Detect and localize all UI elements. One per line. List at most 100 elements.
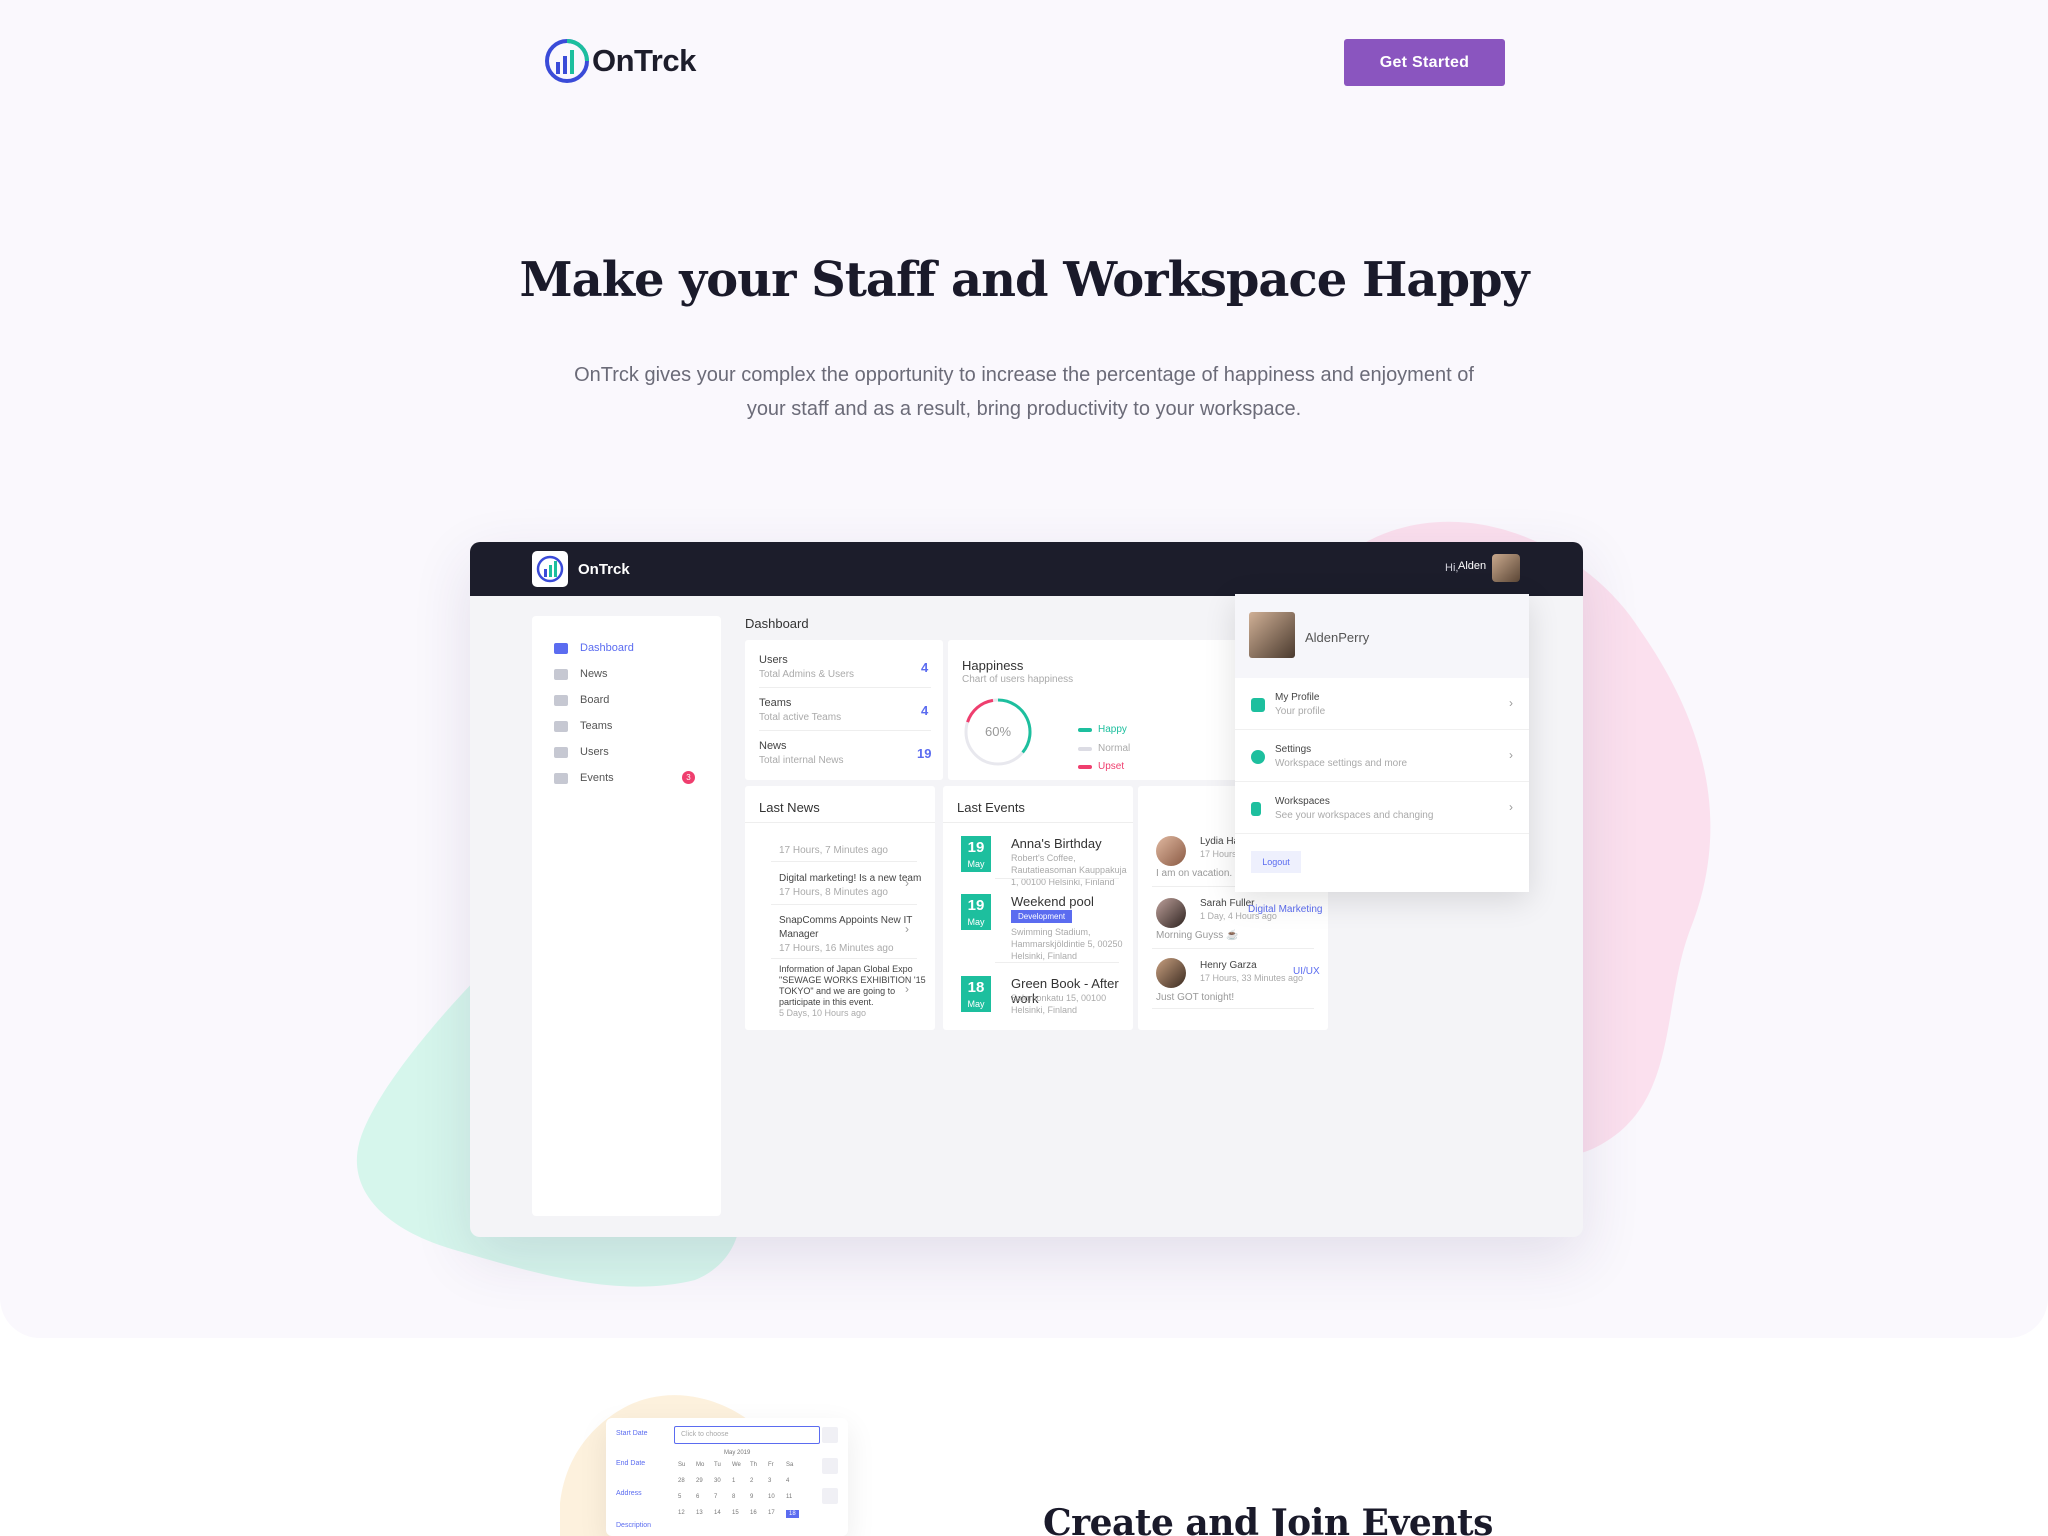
calendar-day[interactable]: 12 bbox=[678, 1510, 685, 1516]
sidebar-item-teams[interactable]: Teams bbox=[554, 716, 612, 736]
sidebar-item-users[interactable]: Users bbox=[554, 742, 609, 762]
happiness-card: Happiness Chart of users happiness 60% H… bbox=[948, 640, 1238, 780]
calendar-icon[interactable] bbox=[822, 1458, 838, 1474]
sidebar-item-label: Board bbox=[580, 694, 610, 706]
calendar-day[interactable]: 7 bbox=[714, 1494, 717, 1500]
calendar-day[interactable]: 2 bbox=[750, 1478, 753, 1484]
calendar-day[interactable]: 14 bbox=[714, 1510, 721, 1516]
news-time: 17 Hours, 16 Minutes ago bbox=[779, 943, 894, 954]
sidebar-item-label: Events bbox=[580, 772, 614, 784]
last-events-card: Last Events 19 May Anna's Birthday Robert… bbox=[943, 786, 1133, 1030]
legend-upset-swatch bbox=[1078, 765, 1092, 769]
site-logo[interactable]: OnTrck bbox=[544, 36, 696, 86]
divider bbox=[943, 822, 1133, 823]
event-name[interactable]: Weekend pool bbox=[1011, 894, 1094, 909]
divider bbox=[1152, 948, 1314, 949]
event-name[interactable]: Anna's Birthday bbox=[1011, 836, 1102, 851]
weekday-label: Sa bbox=[786, 1462, 794, 1468]
sidebar-item-events[interactable]: Events bbox=[554, 768, 614, 788]
stat-news-value: 19 bbox=[917, 746, 932, 761]
help-icon[interactable] bbox=[822, 1488, 838, 1504]
dashboard-preview: OnTrck Hi, Alden Dashboard News Board Te… bbox=[470, 542, 1583, 1237]
calendar-icon[interactable] bbox=[822, 1427, 838, 1443]
user-name[interactable]: Alden bbox=[1458, 560, 1486, 572]
chevron-right-icon[interactable]: › bbox=[905, 922, 909, 936]
menu-item-title: Settings bbox=[1275, 744, 1312, 755]
chevron-right-icon[interactable]: › bbox=[905, 876, 909, 890]
weekday-label: We bbox=[732, 1462, 741, 1468]
avatar[interactable] bbox=[1156, 898, 1186, 928]
user-avatar[interactable] bbox=[1492, 554, 1520, 582]
profile-dropdown-header: AldenPerry bbox=[1235, 594, 1529, 678]
event-month: May bbox=[967, 999, 985, 1009]
chevron-right-icon[interactable]: › bbox=[905, 982, 909, 996]
calendar-day[interactable]: 11 bbox=[786, 1494, 792, 1500]
logout-button[interactable]: Logout bbox=[1251, 851, 1301, 873]
hero-subtitle: OnTrck gives your complex the opportunit… bbox=[574, 364, 1474, 420]
last-events-title: Last Events bbox=[957, 800, 1025, 815]
menu-item-my-profile[interactable]: My Profile Your profile › bbox=[1235, 678, 1529, 730]
sidebar-item-board[interactable]: Board bbox=[554, 690, 609, 710]
get-started-button[interactable]: Get Started bbox=[1344, 39, 1505, 86]
calendar-day[interactable]: 16 bbox=[750, 1510, 757, 1516]
event-date: 19 May bbox=[961, 894, 991, 930]
event-day: 19 bbox=[967, 839, 985, 856]
happiness-arc-upset bbox=[966, 698, 994, 723]
chevron-right-icon: › bbox=[1509, 696, 1513, 710]
weekday-label: Th bbox=[750, 1462, 758, 1468]
avatar[interactable] bbox=[1156, 958, 1186, 988]
person-message: Just GOT tonight! bbox=[1156, 992, 1235, 1003]
profile-dropdown: AldenPerry My Profile Your profile › Set… bbox=[1235, 594, 1529, 892]
calendar-day[interactable]: 29 bbox=[696, 1478, 703, 1484]
sidebar-item-label: Teams bbox=[580, 720, 613, 732]
divider bbox=[759, 687, 931, 688]
person-role: UI/UX bbox=[1293, 966, 1320, 977]
start-date-input[interactable]: Click to choose bbox=[674, 1426, 820, 1444]
calendar-day[interactable]: 5 bbox=[678, 1494, 681, 1500]
sidebar-item-dashboard[interactable]: Dashboard bbox=[554, 638, 634, 658]
calendar-day[interactable]: 4 bbox=[786, 1478, 789, 1484]
person-name[interactable]: Henry Garza bbox=[1200, 960, 1257, 971]
calendar-day[interactable]: 9 bbox=[750, 1494, 753, 1500]
news-item[interactable]: 17 Hours, 7 Minutes ago bbox=[779, 844, 929, 858]
dashboard-topbar: OnTrck Hi, Alden bbox=[470, 542, 1583, 596]
sidebar-item-label: Users bbox=[580, 746, 609, 758]
avatar[interactable] bbox=[1156, 836, 1186, 866]
dashboard-logo-icon[interactable] bbox=[532, 551, 568, 587]
menu-item-workspaces[interactable]: Workspaces See your workspaces and chang… bbox=[1235, 782, 1529, 834]
calendar-day[interactable]: 30 bbox=[714, 1478, 721, 1484]
divider bbox=[995, 878, 1119, 879]
logo-mark-icon bbox=[545, 39, 589, 83]
calendar-day[interactable]: 3 bbox=[768, 1478, 771, 1484]
person-name[interactable]: Sarah Fuller bbox=[1200, 898, 1254, 909]
legend-normal: Normal bbox=[1098, 743, 1131, 754]
chevron-right-icon: › bbox=[1509, 748, 1513, 762]
calendar-day[interactable]: 15 bbox=[732, 1510, 739, 1516]
end-date-label: End Date bbox=[616, 1460, 646, 1467]
divider bbox=[745, 822, 935, 823]
calendar-day[interactable]: 1 bbox=[732, 1478, 735, 1484]
calendar-day[interactable]: 10 bbox=[768, 1494, 775, 1500]
hero-title: Make your Staff and Workspace Happy bbox=[519, 252, 1530, 308]
stat-users-sub: Total Admins & Users bbox=[759, 669, 855, 680]
calendar-day[interactable]: 28 bbox=[678, 1478, 685, 1484]
news-title: SnapComms Appoints New IT Manager bbox=[779, 915, 913, 940]
menu-item-settings[interactable]: Settings Workspace settings and more › bbox=[1235, 730, 1529, 782]
calendar-day[interactable]: 6 bbox=[696, 1494, 699, 1500]
person-message: Morning Guyss ☕ bbox=[1156, 930, 1239, 941]
menu-item-sub: Your profile bbox=[1275, 706, 1326, 717]
date-picker[interactable]: May 2019 Su Mo Tu We Th Fr Sa 28 29 30 1 2 3 4 5 6 7 8 9 10… bbox=[674, 1448, 804, 1536]
divider bbox=[1152, 1008, 1314, 1009]
divider bbox=[759, 730, 931, 731]
news-time: 5 Days, 10 Hours ago bbox=[779, 1008, 867, 1018]
calendar-day[interactable]: 17 bbox=[768, 1510, 775, 1516]
person-time: 17 Hours, 33 Minutes ago bbox=[1200, 973, 1304, 983]
calendar-day[interactable]: 18 bbox=[786, 1510, 799, 1518]
event-date: 18 May bbox=[961, 976, 991, 1012]
calendar-day[interactable]: 8 bbox=[732, 1494, 735, 1500]
sidebar-item-news[interactable]: News bbox=[554, 664, 608, 684]
legend-happy-swatch bbox=[1078, 728, 1092, 732]
legend-normal-swatch bbox=[1078, 747, 1092, 751]
calendar-day[interactable]: 13 bbox=[696, 1510, 703, 1516]
event-address: Swimming Stadium, Hammarskjöldintie 5, 0… bbox=[1011, 927, 1123, 961]
